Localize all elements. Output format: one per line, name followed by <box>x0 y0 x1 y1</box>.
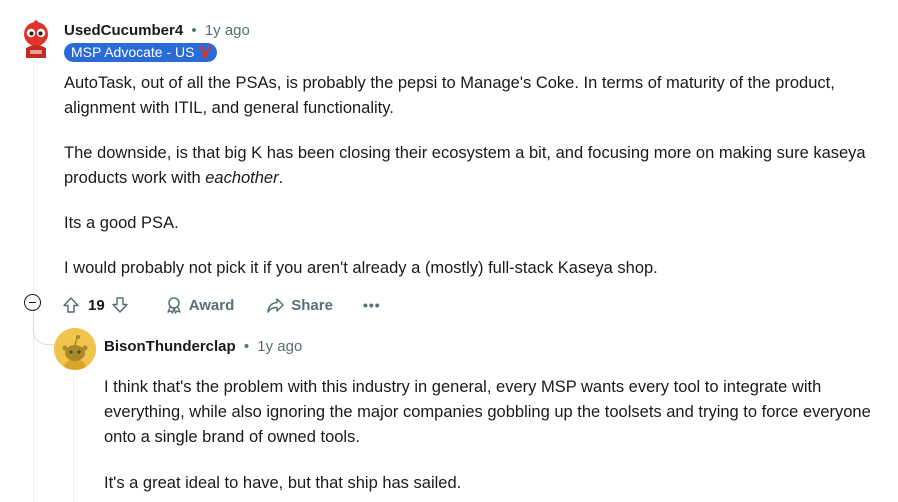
upvote-button[interactable] <box>62 296 80 314</box>
comment-paragraph: I would probably not pick it if you aren… <box>64 259 658 277</box>
thread-line[interactable] <box>33 318 34 502</box>
thread-line[interactable] <box>33 62 34 292</box>
reply-paragraph: It's a great ideal to have, but that shi… <box>104 474 462 492</box>
comment-paragraph: Its a good PSA. <box>64 214 179 232</box>
comment-paragraph: The downside, is that big K has been clo… <box>64 141 884 191</box>
paragraph-text: The downside, is that big K has been clo… <box>64 144 866 187</box>
meta-separator: • <box>191 22 197 39</box>
collapse-thread-button[interactable] <box>24 294 41 311</box>
more-icon: ••• <box>362 297 381 313</box>
reply-avatar[interactable] <box>54 328 96 370</box>
author-name[interactable]: UsedCucumber4 <box>64 22 183 39</box>
reply-paragraph: I think that's the problem with this ind… <box>104 378 871 446</box>
lobster-emoji-icon <box>199 45 212 58</box>
share-icon <box>267 298 285 313</box>
award-icon <box>166 297 181 314</box>
upvote-icon <box>63 297 79 313</box>
vote-count: 19 <box>88 296 105 314</box>
reply-timestamp[interactable]: 1y ago <box>257 338 302 355</box>
robot-avatar-icon <box>24 20 48 58</box>
flair-text: MSP Advocate - US <box>71 44 195 60</box>
award-label: Award <box>188 296 235 314</box>
meta-separator: • <box>243 338 250 355</box>
user-flair: MSP Advocate - US <box>64 43 218 62</box>
reply-author[interactable]: BisonThunderclap • 1y ago <box>104 338 302 355</box>
downvote-icon <box>111 297 128 313</box>
downvote-button[interactable] <box>111 296 129 314</box>
more-options-button[interactable]: ••• <box>363 297 381 313</box>
emphasized-text: eachother <box>205 169 279 187</box>
award-button[interactable]: Award <box>165 296 235 314</box>
paragraph-text: . <box>278 169 284 187</box>
reply-thread-line[interactable] <box>73 372 74 502</box>
share-button[interactable]: Share <box>266 296 333 314</box>
user-avatar[interactable] <box>18 20 54 60</box>
snoo-avatar-icon <box>54 328 96 370</box>
comment-timestamp[interactable]: 1y ago <box>205 22 250 39</box>
comment-paragraph: AutoTask, out of all the PSAs, is probab… <box>64 74 835 117</box>
share-label: Share <box>291 296 333 314</box>
comment-author[interactable]: UsedCucumber4 • 1y ago <box>64 22 250 39</box>
author-name[interactable]: BisonThunderclap <box>104 338 236 355</box>
comment-action-bar: 19 Award Share ••• <box>62 291 381 319</box>
reply-connector <box>33 312 56 345</box>
collapse-icon <box>29 301 36 304</box>
